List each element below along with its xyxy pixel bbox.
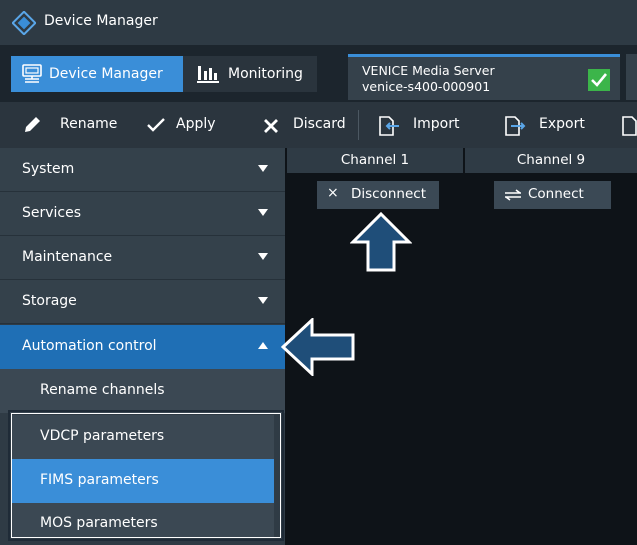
close-icon: × [327, 185, 339, 201]
sidebar-item-label: System [22, 161, 75, 177]
up-arrow-callout-icon [350, 212, 412, 272]
disconnect-button[interactable]: × Disconnect [317, 181, 439, 209]
import-label: Import [413, 116, 460, 132]
export-icon [505, 116, 526, 136]
nav-device-manager-button[interactable]: Device Manager [11, 56, 183, 92]
left-arrow-callout-icon [281, 318, 355, 376]
swap-arrows-icon [505, 189, 521, 201]
nav-device-manager-label: Device Manager [49, 66, 163, 82]
disconnect-label: Disconnect [351, 186, 426, 202]
file-icon [622, 116, 637, 136]
sidebar-item-label: Automation control [22, 338, 157, 354]
checkmark-icon [147, 118, 165, 132]
app-title: Device Manager [44, 13, 158, 29]
bar-chart-icon [197, 66, 219, 83]
highlight-frame-inner [11, 413, 281, 538]
sidebar-subitem-label: Rename channels [40, 382, 165, 398]
sidebar-item-storage[interactable]: Storage [0, 280, 285, 324]
rohde-schwarz-logo-icon [12, 11, 36, 35]
column-header-channel-1: Channel 1 [287, 148, 463, 173]
sidebar-item-label: Services [22, 205, 82, 221]
discard-label: Discard [293, 116, 346, 132]
connect-label: Connect [528, 186, 584, 202]
export-label: Export [539, 116, 585, 132]
device-manager-icon [22, 64, 42, 83]
column-header-channel-9: Channel 9 [465, 148, 637, 173]
title-bar: Device Manager [0, 0, 637, 45]
chevron-down-icon [258, 165, 268, 172]
import-button[interactable]: Import [377, 102, 477, 148]
apply-label: Apply [176, 116, 216, 132]
chevron-down-icon [258, 209, 268, 216]
more-toolbar-button[interactable] [620, 102, 637, 148]
rename-label: Rename [60, 116, 118, 132]
chevron-down-icon [258, 297, 268, 304]
connect-button[interactable]: Connect [494, 181, 611, 209]
rename-button[interactable]: Rename [20, 102, 124, 148]
sidebar-item-services[interactable]: Services [0, 192, 285, 236]
next-server-tab[interactable] [626, 54, 637, 100]
nav-monitoring-button[interactable]: Monitoring [183, 56, 317, 92]
sidebar-subitem-rename-channels[interactable]: Rename channels [0, 369, 285, 413]
pencil-icon [25, 117, 40, 132]
sidebar-item-maintenance[interactable]: Maintenance [0, 236, 285, 280]
discard-button[interactable]: Discard [262, 102, 352, 148]
apply-button[interactable]: Apply [146, 102, 226, 148]
server-host: venice-s400-000901 [362, 79, 491, 94]
column-header-label: Channel 9 [516, 152, 586, 168]
server-tab[interactable]: VENICE Media Server venice-s400-000901 [348, 54, 620, 100]
sidebar-item-system[interactable]: System [0, 148, 285, 192]
chevron-up-icon [258, 342, 268, 349]
sidebar-item-label: Maintenance [22, 249, 113, 265]
chevron-down-icon [258, 253, 268, 260]
nav-monitoring-label: Monitoring [228, 66, 303, 82]
server-name: VENICE Media Server [362, 63, 495, 78]
status-check-icon [588, 69, 610, 91]
sidebar-item-label: Storage [22, 293, 77, 309]
sidebar-item-automation-control[interactable]: Automation control [0, 325, 285, 369]
close-icon [264, 119, 278, 133]
column-header-label: Channel 1 [340, 152, 410, 168]
export-button[interactable]: Export [503, 102, 595, 148]
import-icon [379, 116, 399, 136]
toolbar-divider [358, 110, 359, 140]
